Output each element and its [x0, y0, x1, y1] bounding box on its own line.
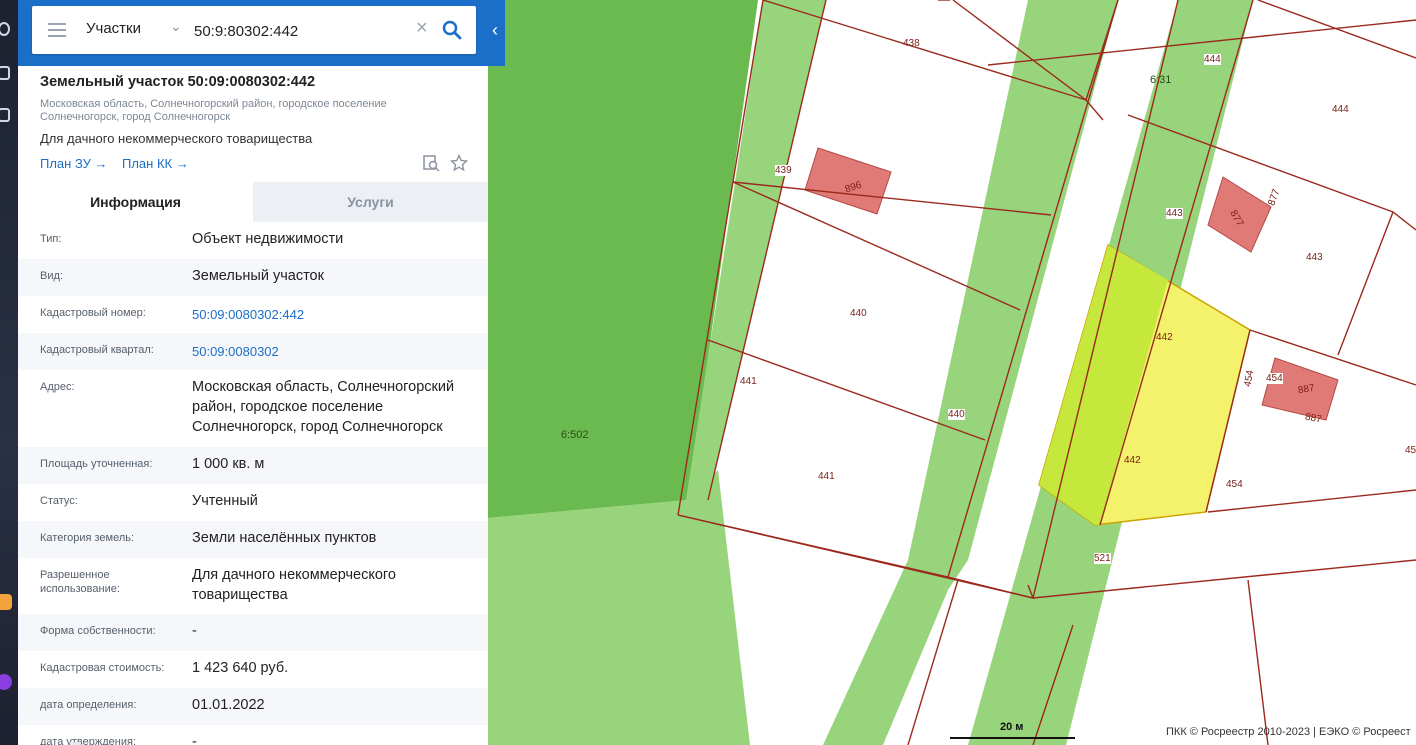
info-row: Кадастровый квартал: 50:09:0080302 — [18, 333, 488, 370]
row-label: Вид: — [40, 270, 63, 282]
info-row: Вид: Земельный участок — [18, 259, 488, 296]
search-icon[interactable] — [442, 20, 462, 40]
row-value: Объект недвижимости — [192, 231, 344, 247]
row-label: дата определения: — [40, 699, 137, 711]
search-header: Участки ⌄ × — [18, 0, 505, 66]
taskbar-app-icon[interactable] — [0, 674, 12, 690]
star-icon[interactable] — [450, 154, 468, 172]
row-label: Площадь уточненная: — [40, 458, 153, 470]
map-attribution: ПКК © Росреестр 2010-2023 | ЕЭКО © Росре… — [1166, 726, 1411, 738]
cadastral-number-link[interactable]: 50:09:0080302:442 — [192, 305, 482, 325]
map-label: 440 — [948, 409, 965, 420]
map-label: 6:31 — [1150, 74, 1172, 86]
map-label: 454 — [1266, 373, 1283, 384]
plan-zu-link[interactable]: План ЗУ → — [40, 156, 108, 171]
map-label: 443 — [1166, 208, 1183, 219]
info-row: Кадастровый номер: 50:09:0080302:442 — [18, 296, 488, 333]
map-label: 442 — [1124, 455, 1141, 466]
map-label: 442 — [1156, 332, 1173, 343]
scale-bar-line — [950, 737, 1075, 739]
row-value: Земельный участок — [192, 268, 324, 284]
map-label: 444 — [1204, 54, 1221, 65]
taskbar-app-icon[interactable] — [0, 594, 12, 610]
row-value: 1 000 кв. м — [192, 456, 265, 472]
menu-icon[interactable] — [48, 23, 66, 37]
info-panel: Земельный участок 50:09:0080302:442 Моск… — [18, 66, 488, 745]
parcel-title: Земельный участок 50:09:0080302:442 — [40, 74, 316, 90]
info-row: Адрес: Московская область, Солнечногорск… — [18, 370, 488, 447]
taskbar-icon[interactable] — [0, 108, 10, 122]
map-label: 443 — [1306, 252, 1323, 263]
map-label: 444 — [1332, 104, 1349, 115]
search-on-map-icon[interactable] — [422, 154, 440, 172]
info-row: Разрешенное использование: Для дачного н… — [18, 558, 488, 614]
parcel-purpose: Для дачного некоммерческого товарищества — [40, 131, 313, 146]
info-row: Площадь уточненная: 1 000 кв. м — [18, 447, 488, 484]
panel-tabs: Информация Услуги — [18, 182, 488, 222]
map-label: 438 — [903, 38, 920, 49]
row-label: Статус: — [40, 495, 78, 507]
row-label: Кадастровая стоимость: — [40, 662, 165, 674]
row-value: Московская область, Солнечногорский райо… — [192, 379, 455, 435]
chevron-down-icon[interactable]: ⌄ — [170, 18, 182, 35]
row-label: Кадастровый номер: — [40, 307, 146, 319]
search-type-select[interactable]: Участки — [86, 20, 141, 37]
domclick-watermark: Домклик — [64, 736, 192, 745]
map-label: 454 — [1226, 479, 1243, 490]
cadastral-quarter-link[interactable]: 50:09:0080302 — [192, 342, 482, 362]
map-label: 45 — [1405, 445, 1416, 456]
info-row: Статус: Учтенный — [18, 484, 488, 521]
row-value: Учтенный — [192, 493, 258, 509]
map-scale-bar: 20 м — [950, 721, 1075, 741]
map-label: 441 — [818, 471, 835, 482]
row-value: - — [192, 623, 197, 639]
map-label: 6:502 — [561, 429, 589, 441]
row-label: Тип: — [40, 233, 62, 245]
row-label: Категория земель: — [40, 532, 135, 544]
plan-kk-link[interactable]: План КК → — [122, 156, 189, 171]
cadastral-map[interactable]: 438 439 896 440 440 441 441 6:502 6:31 4… — [488, 0, 1416, 745]
info-row: Тип: Объект недвижимости — [18, 222, 488, 259]
taskbar-icon[interactable] — [0, 22, 10, 36]
map-label: 441 — [740, 376, 757, 387]
tab-services[interactable]: Услуги — [253, 182, 488, 222]
search-box[interactable]: Участки ⌄ × — [32, 6, 476, 54]
map-label: 439 — [775, 165, 792, 176]
map-label: 521 — [1094, 553, 1111, 564]
taskbar-icon[interactable] — [0, 66, 10, 80]
row-label: Кадастровый квартал: — [40, 344, 154, 356]
info-table: Тип: Объект недвижимости Вид: Земельный … — [18, 222, 488, 745]
row-label: Разрешенное использование: — [40, 569, 120, 595]
parcel-address: Московская область, Солнечногорский райо… — [40, 98, 387, 123]
info-row: Категория земель: Земли населённых пункт… — [18, 521, 488, 558]
os-taskbar-strip — [0, 0, 18, 745]
clear-icon[interactable]: × — [416, 17, 428, 40]
search-input[interactable] — [192, 15, 424, 47]
info-row: Форма собственности: - — [18, 614, 488, 651]
scale-label: 20 м — [1000, 721, 1024, 733]
info-row: дата определения: 01.01.2022 — [18, 688, 488, 725]
row-value: Для дачного некоммерческого товарищества — [192, 567, 396, 603]
row-value: 01.01.2022 — [192, 697, 265, 713]
row-value: 1 423 640 руб. — [192, 660, 289, 676]
row-value: - — [192, 734, 197, 745]
row-label: Адрес: — [40, 381, 75, 393]
tab-information[interactable]: Информация — [18, 182, 253, 222]
collapse-panel-button[interactable]: ‹ — [485, 6, 505, 54]
row-label: Форма собственности: — [40, 625, 156, 637]
map-label: 440 — [850, 308, 867, 319]
info-row: Кадастровая стоимость: 1 423 640 руб. — [18, 651, 488, 688]
row-value: Земли населённых пунктов — [192, 530, 377, 546]
